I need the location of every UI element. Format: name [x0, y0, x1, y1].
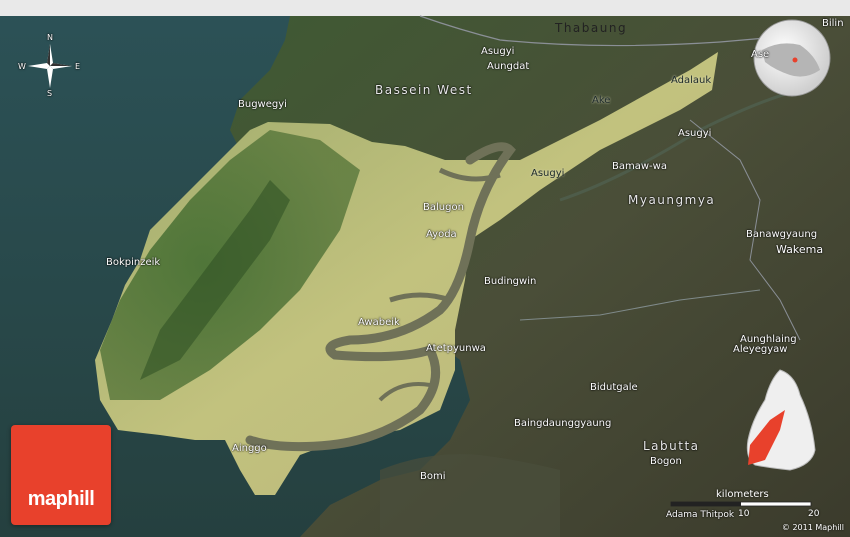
place-label: Balugon — [423, 202, 464, 213]
compass-south: S — [47, 89, 53, 98]
map-view[interactable]: N S E W Thabaung Bilin Asugyi Aungdat Ba… — [0, 0, 850, 537]
place-label: Baingdaunggyaung — [514, 418, 612, 429]
place-label: Bugwegyi — [238, 99, 287, 110]
maphill-logo[interactable]: maphill — [11, 425, 111, 525]
place-label: Myaungmya — [628, 193, 716, 207]
place-label: Ase — [751, 49, 770, 60]
place-label: Banawgyaung — [746, 229, 818, 240]
place-label: Labutta — [643, 439, 700, 453]
place-label: Bassein West — [375, 83, 473, 97]
top-strip — [0, 0, 850, 16]
copyright-notice: © 2011 Maphill — [781, 523, 844, 532]
compass-east: E — [75, 62, 81, 71]
place-label: Bidutgale — [590, 382, 638, 393]
place-label: Thabaung — [555, 21, 628, 35]
place-label: Ayoda — [426, 229, 457, 240]
place-label: Bomi — [420, 471, 446, 482]
place-label: Bilin — [822, 18, 844, 29]
compass-west: W — [18, 62, 26, 71]
place-label: Ake — [592, 95, 611, 106]
place-label: Atetpyunwa — [426, 343, 486, 354]
place-label: Adalauk — [671, 75, 712, 86]
place-label: Aungdat — [487, 61, 530, 72]
place-label: Asugyi — [678, 128, 712, 139]
place-label: Bokpinzeik — [106, 257, 161, 268]
scale-tick-20: 20 — [808, 509, 820, 519]
place-label: Awabeik — [358, 317, 400, 328]
place-label: Bogon — [650, 456, 682, 467]
place-label: Wakema — [776, 243, 824, 256]
place-label: Asugyi — [481, 46, 515, 57]
place-label: Adama Thitpok — [666, 510, 735, 520]
place-label: Ainggo — [232, 443, 267, 454]
place-label: Asugyi — [531, 168, 565, 179]
mudflats — [380, 454, 560, 537]
scale-tick-10: 10 — [738, 509, 750, 519]
scale-bar — [670, 501, 812, 507]
place-label: Budingwin — [484, 276, 537, 287]
compass-north: N — [47, 33, 53, 42]
place-label: Aleyegyaw — [733, 344, 788, 355]
scale-title: kilometers — [716, 489, 769, 500]
logo-text: maphill — [27, 488, 95, 510]
place-label: Bamaw-wa — [612, 161, 667, 172]
